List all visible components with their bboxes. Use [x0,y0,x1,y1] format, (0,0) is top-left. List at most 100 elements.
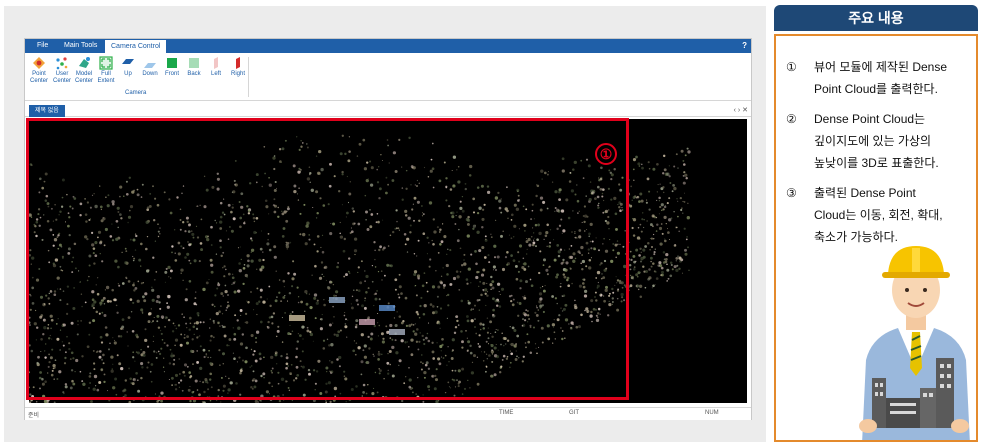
cloud-point [210,263,214,267]
cloud-point [494,299,498,303]
cloud-point [487,254,490,257]
cloud-point [262,251,264,253]
cloud-point [440,275,443,277]
cloud-point [463,259,465,261]
cloud-point [482,323,485,326]
cloud-point [239,309,243,312]
cloud-point [140,196,143,198]
cloud-point [432,242,435,246]
cloud-point [132,259,135,262]
cloud-point [576,199,580,203]
cloud-point [250,348,253,351]
cloud-point [628,289,630,291]
cloud-point [312,340,314,342]
cloud-point [239,216,243,220]
cloud-point [433,387,437,391]
model-center-button[interactable]: Model Center [73,56,95,85]
cloud-point [589,222,593,226]
cloud-point [185,322,188,325]
view-back-button[interactable]: Back [183,56,205,78]
view-down-button[interactable]: Down [139,56,161,78]
help-button[interactable]: ? [742,39,747,53]
cloud-point [492,313,495,316]
cloud-point [310,188,314,192]
cloud-point [613,196,617,201]
cloud-point [92,247,96,250]
full-extent-button[interactable]: Full Extent [95,56,117,85]
document-tab[interactable]: 제목 없음 [29,105,65,117]
cloud-point [420,296,423,299]
cloud-point [281,317,283,319]
cloud-point [538,271,541,275]
user-center-button[interactable]: User Center [51,56,73,85]
cloud-point [256,313,258,316]
cloud-point [273,167,276,171]
cloud-point [405,376,407,378]
cloud-point [391,338,394,341]
cloud-point [286,300,289,302]
cloud-point [210,386,213,389]
cloud-point [648,268,651,271]
cloud-point [182,185,185,187]
hard-hat-ridge [912,248,920,272]
document-tab-controls[interactable]: ‹ › ✕ [734,105,748,117]
cloud-point [96,292,100,296]
cloud-point [231,206,234,209]
cloud-point [546,173,549,176]
cloud-point [632,218,634,220]
cloud-point [577,212,579,214]
cloud-point [663,205,667,209]
cloud-point [277,206,279,209]
cloud-point [57,288,59,290]
cloud-point [677,255,679,257]
cloud-point [332,398,336,402]
cloud-point [213,322,215,324]
cloud-point [45,294,48,297]
cloud-point [192,236,195,239]
cloud-point [565,261,569,265]
cloud-point [461,209,465,213]
cloud-point [207,388,210,391]
cloud-point [286,397,290,400]
cloud-point [319,327,323,331]
cloud-point [515,346,517,348]
cloud-point [137,351,140,355]
cloud-point [474,326,476,328]
cloud-point [557,250,561,254]
cloud-point [491,349,493,351]
view-right-button[interactable]: Right [227,56,249,78]
cloud-point [270,370,273,372]
cloud-point [501,267,506,272]
view-left-button[interactable]: Left [205,56,227,78]
cloud-point [102,217,104,219]
cloud-point [52,234,55,236]
cloud-point [309,306,313,310]
cloud-point [631,226,634,230]
cloud-point [415,393,418,395]
cloud-point [253,309,255,311]
cloud-point [387,302,390,305]
cloud-point [554,338,556,340]
tab-camera-control[interactable]: Camera Control [105,39,167,53]
tab-file[interactable]: File [31,39,54,53]
dense-point-cloud[interactable] [29,119,747,403]
cloud-point [683,200,686,203]
cloud-point [602,276,606,279]
cloud-point [269,397,273,401]
cloud-point [416,179,418,182]
cloud-point [51,348,54,351]
cloud-point [481,225,484,229]
cloud-point [681,272,684,274]
cloud-point [302,393,306,397]
cloud-point [131,382,135,386]
point-cloud-viewport[interactable] [29,119,747,403]
cloud-point [459,247,462,250]
cloud-point [595,237,597,239]
cloud-point [209,339,212,342]
cloud-point [560,327,562,329]
view-up-button[interactable]: Up [117,56,139,78]
point-center-button[interactable]: Point Center [28,56,50,85]
cloud-point [431,285,436,289]
tab-main-tools[interactable]: Main Tools [58,39,103,53]
view-front-button[interactable]: Front [161,56,183,78]
